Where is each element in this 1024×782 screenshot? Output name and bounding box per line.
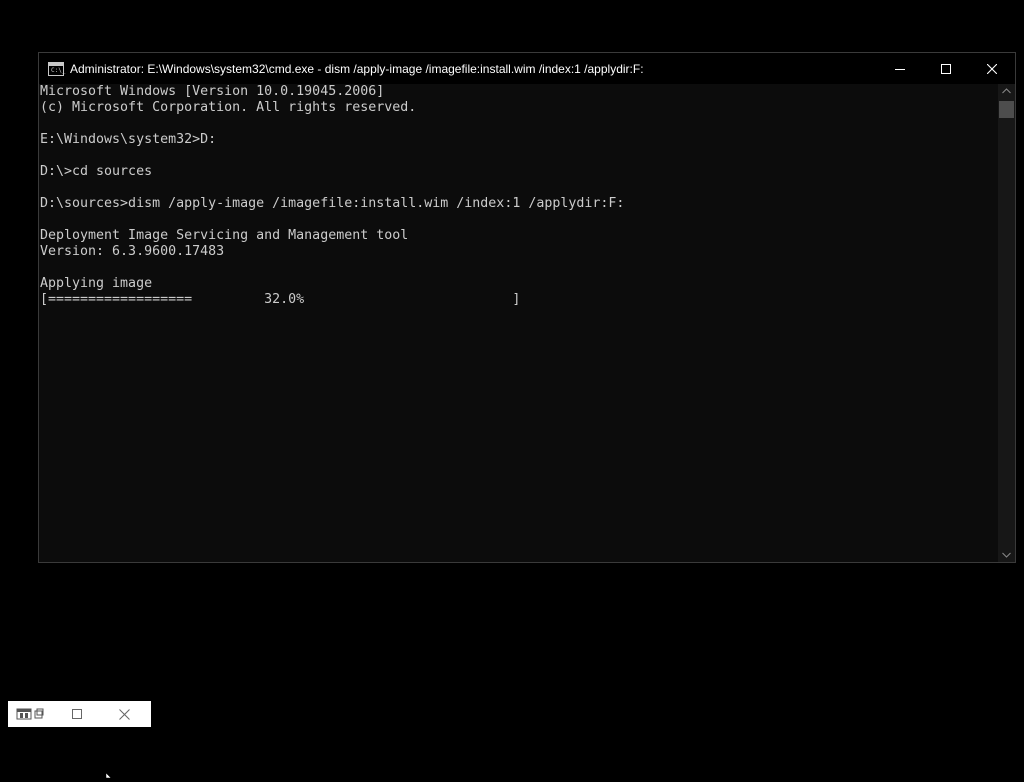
close-icon bbox=[987, 63, 997, 74]
chevron-up-icon bbox=[1002, 88, 1011, 94]
console-line: Microsoft Windows [Version 10.0.19045.20… bbox=[40, 84, 385, 99]
maximize-button[interactable] bbox=[923, 53, 969, 84]
progress-line: [================== 32.0% ] bbox=[40, 292, 521, 307]
minimized-window-bar[interactable] bbox=[8, 701, 151, 727]
close-button[interactable] bbox=[969, 53, 1015, 84]
vertical-scrollbar[interactable] bbox=[998, 84, 1015, 562]
close-icon bbox=[118, 708, 130, 720]
title-bar[interactable]: C:\_ Administrator: E:\Windows\system32\… bbox=[39, 53, 1015, 84]
console-line: E:\Windows\system32>D: bbox=[40, 132, 217, 147]
console-line: (c) Microsoft Corporation. All rights re… bbox=[40, 100, 417, 115]
maximize-icon bbox=[941, 63, 951, 74]
console-line: Version: 6.3.9600.17483 bbox=[40, 244, 225, 259]
scroll-thumb[interactable] bbox=[999, 101, 1014, 118]
mouse-pointer-icon bbox=[105, 763, 114, 782]
cmd-icon: C:\_ bbox=[48, 61, 65, 76]
chevron-down-icon bbox=[1002, 552, 1011, 558]
restore-button[interactable] bbox=[8, 701, 52, 727]
scroll-up-button[interactable] bbox=[998, 84, 1015, 98]
window-controls bbox=[877, 53, 1015, 84]
console-output[interactable]: Microsoft Windows [Version 10.0.19045.20… bbox=[39, 84, 998, 562]
restore-icon bbox=[16, 708, 44, 720]
maximize-icon bbox=[72, 709, 82, 719]
close-button[interactable] bbox=[102, 701, 146, 727]
console-line: D:\sources>dism /apply-image /imagefile:… bbox=[40, 196, 625, 211]
window-title: Administrator: E:\Windows\system32\cmd.e… bbox=[70, 61, 644, 76]
scroll-down-button[interactable] bbox=[998, 548, 1015, 562]
console-line: Applying image bbox=[40, 276, 153, 291]
console-line: Deployment Image Servicing and Managemen… bbox=[40, 228, 409, 243]
console-window[interactable]: C:\_ Administrator: E:\Windows\system32\… bbox=[38, 52, 1016, 563]
maximize-button[interactable] bbox=[52, 701, 102, 727]
minimize-button[interactable] bbox=[877, 53, 923, 84]
console-line: D:\>cd sources bbox=[40, 164, 153, 179]
minimize-icon bbox=[895, 68, 905, 70]
